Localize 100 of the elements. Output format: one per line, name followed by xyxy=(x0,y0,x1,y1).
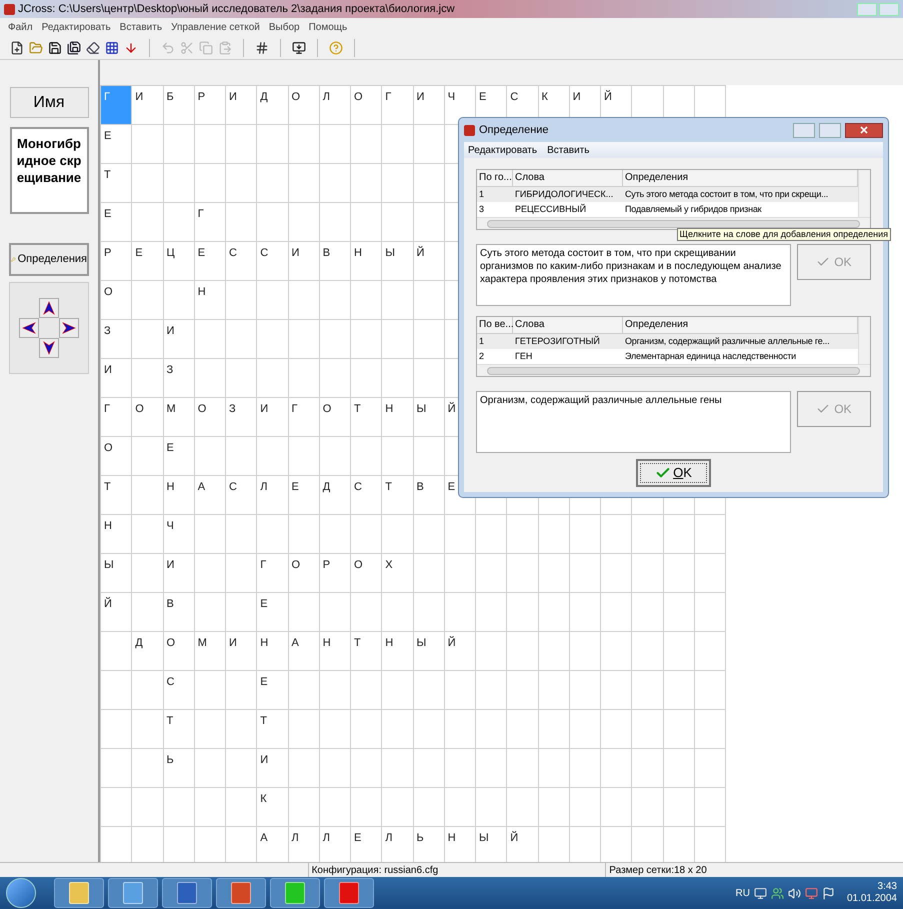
definition-text-area[interactable]: Организм, содержащий различные аллельные гены xyxy=(476,391,791,453)
grid-cell[interactable] xyxy=(351,671,382,710)
grid-cell[interactable] xyxy=(382,788,414,827)
grid-cell[interactable] xyxy=(444,749,476,788)
menu-item[interactable]: Файл xyxy=(8,20,33,35)
grid-cell[interactable] xyxy=(601,788,632,827)
menu-item[interactable]: Вставить xyxy=(547,142,590,158)
grid-cell[interactable] xyxy=(132,671,164,710)
grid-cell[interactable] xyxy=(476,788,508,827)
taskbar-app-button[interactable] xyxy=(324,878,374,908)
grid-cell[interactable] xyxy=(101,671,132,710)
grid-cell[interactable] xyxy=(444,671,476,710)
grid-cell[interactable] xyxy=(570,515,601,554)
grid-cell[interactable] xyxy=(632,632,664,671)
ok-button[interactable]: OK xyxy=(636,459,711,487)
grid-cell[interactable] xyxy=(164,164,195,203)
grid-cell[interactable] xyxy=(444,788,476,827)
grid-cell[interactable] xyxy=(382,710,414,749)
grid-cell[interactable] xyxy=(132,125,164,164)
grid-cell[interactable] xyxy=(132,788,164,827)
grid-cell[interactable]: С xyxy=(164,671,195,710)
grid-cell[interactable] xyxy=(414,203,445,242)
grid-icon[interactable] xyxy=(255,41,269,55)
grid-cell[interactable]: С xyxy=(226,476,258,515)
grid-cell[interactable]: В xyxy=(414,476,445,515)
grid-cell[interactable] xyxy=(257,125,288,164)
horizontal-scrollbar[interactable] xyxy=(477,364,870,376)
grid-cell[interactable] xyxy=(351,710,382,749)
grid-cell[interactable] xyxy=(132,554,164,593)
eraser-icon[interactable] xyxy=(86,41,100,55)
grid-cell[interactable]: Г xyxy=(194,203,226,242)
save-icon[interactable] xyxy=(48,41,62,55)
maximize-button[interactable] xyxy=(879,2,899,16)
grid-cell[interactable] xyxy=(476,554,508,593)
grid-cell[interactable]: З xyxy=(101,320,132,359)
grid-cell[interactable] xyxy=(414,437,445,476)
grid-cell[interactable] xyxy=(194,359,226,398)
grid-cell[interactable] xyxy=(288,125,320,164)
grid-cell[interactable] xyxy=(414,788,445,827)
grid-cell[interactable] xyxy=(632,515,664,554)
grid-cell[interactable]: Д xyxy=(257,86,288,125)
grid-cell[interactable]: С xyxy=(226,242,258,281)
grid-cell[interactable]: О xyxy=(288,86,320,125)
close-button[interactable] xyxy=(845,122,883,138)
grid-cell[interactable]: Р xyxy=(101,242,132,281)
language-indicator[interactable]: RU xyxy=(735,886,750,900)
grid-cell[interactable] xyxy=(601,632,632,671)
column-header[interactable]: По го... xyxy=(477,170,513,186)
down-arrow-button[interactable] xyxy=(39,338,59,358)
grid-cell[interactable] xyxy=(257,515,288,554)
grid-cell[interactable] xyxy=(288,749,320,788)
grid-cell[interactable] xyxy=(570,788,601,827)
grid-cell[interactable] xyxy=(694,554,726,593)
grid-cell[interactable] xyxy=(226,320,258,359)
grid-cell[interactable] xyxy=(132,164,164,203)
grid-cell[interactable] xyxy=(320,203,351,242)
grid-cell[interactable] xyxy=(632,671,664,710)
grid-cell[interactable] xyxy=(288,710,320,749)
grid-cell[interactable] xyxy=(351,749,382,788)
grid-cell[interactable] xyxy=(538,554,570,593)
grid-cell[interactable]: Н xyxy=(444,827,476,862)
grid-cell[interactable]: Л xyxy=(288,827,320,862)
grid-cell[interactable] xyxy=(694,671,726,710)
grid-cell[interactable]: Й xyxy=(507,827,538,862)
grid-cell[interactable] xyxy=(320,437,351,476)
grid-cell[interactable] xyxy=(694,788,726,827)
grid-cell[interactable] xyxy=(414,359,445,398)
grid-cell[interactable] xyxy=(601,749,632,788)
grid-cell[interactable]: Ч xyxy=(164,515,195,554)
grid-cell[interactable] xyxy=(601,710,632,749)
grid-cell[interactable] xyxy=(351,437,382,476)
grid-cell[interactable]: К xyxy=(257,788,288,827)
grid-cell[interactable]: Х xyxy=(382,554,414,593)
grid-cell[interactable]: В xyxy=(320,242,351,281)
grid-cell[interactable] xyxy=(257,281,288,320)
grid-cell[interactable] xyxy=(288,164,320,203)
grid-cell[interactable] xyxy=(351,203,382,242)
grid-cell[interactable] xyxy=(444,593,476,632)
grid-cell[interactable] xyxy=(664,632,695,671)
grid-cell[interactable] xyxy=(444,515,476,554)
grid-cell[interactable]: Ц xyxy=(164,242,195,281)
grid-cell[interactable]: И xyxy=(132,86,164,125)
grid-cell[interactable]: Н xyxy=(382,632,414,671)
taskbar-app-button[interactable] xyxy=(108,878,158,908)
grid-cell[interactable]: Р xyxy=(320,554,351,593)
grid-cell[interactable] xyxy=(194,515,226,554)
grid-cell[interactable] xyxy=(320,749,351,788)
grid-cell[interactable]: Е xyxy=(288,476,320,515)
minimize-button[interactable] xyxy=(857,2,877,16)
grid-cell[interactable] xyxy=(664,749,695,788)
grid-cell[interactable] xyxy=(132,281,164,320)
grid-cell[interactable] xyxy=(288,515,320,554)
grid-cell[interactable] xyxy=(570,749,601,788)
grid-cell[interactable]: Е xyxy=(194,242,226,281)
grid-cell[interactable] xyxy=(320,671,351,710)
grid-cell[interactable] xyxy=(351,320,382,359)
grid-cell[interactable]: Ы xyxy=(101,554,132,593)
grid-cell[interactable]: Н xyxy=(320,632,351,671)
grid-cell[interactable]: Г xyxy=(382,86,414,125)
grid-cell[interactable] xyxy=(132,320,164,359)
